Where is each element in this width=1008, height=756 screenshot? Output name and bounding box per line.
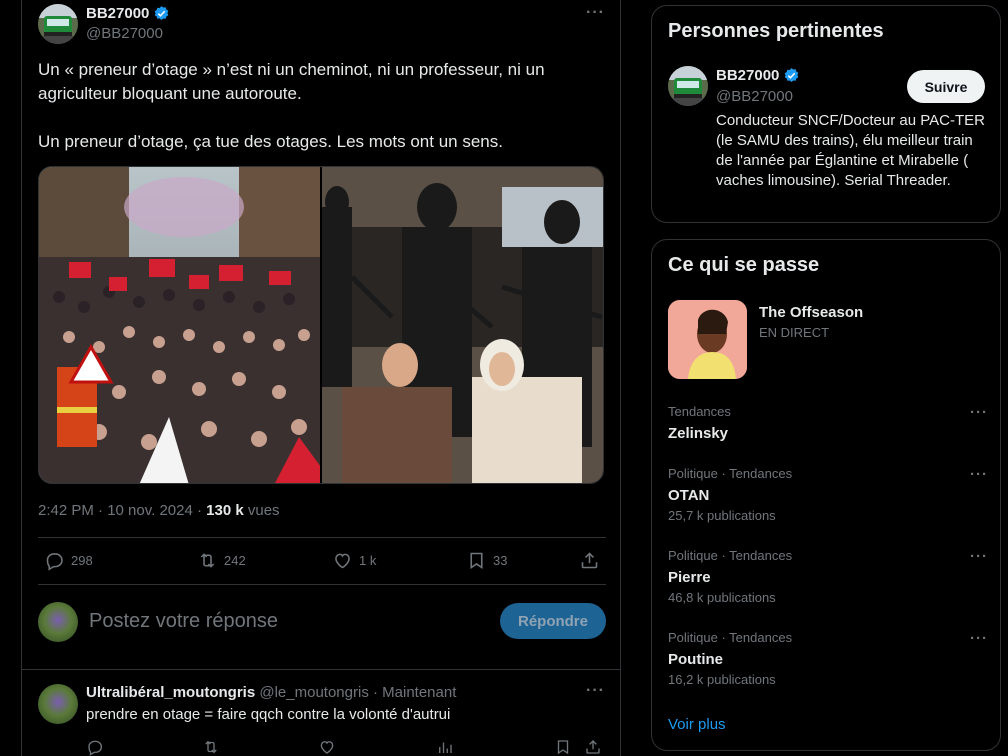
live-event-title: The Offseason [759,304,864,321]
protest-crowd-photo[interactable] [39,167,320,483]
trend-more-icon[interactable]: ··· [970,548,988,565]
repost-icon [200,553,215,568]
trend-item[interactable]: Politique · Tendances Poutine 16,2 k pub… [668,630,988,688]
views-label: vues [243,502,280,519]
relevant-person-avatar[interactable] [668,66,708,106]
reply-time: · Maintenant [368,684,457,701]
main-column: BB27000 @BB27000 ··· Un « preneur d’otag… [21,0,621,756]
heart-icon [335,553,350,569]
live-event-thumbnail [668,300,747,379]
follow-button[interactable]: Suivre [907,70,985,103]
hostage-photo-illustration [322,167,603,483]
relevant-person-name-row: BB27000 [716,67,800,84]
trend-category: Politique · Tendances [668,466,793,481]
trend-count: 16,2 k publications [668,672,776,687]
reply-author-handle: @le_moutongris [259,684,369,701]
whats-happening-card: Ce qui se passe The Offseason EN DIRECT … [651,239,1001,751]
trend-count: 25,7 k publications [668,508,776,523]
train-avatar-icon [38,4,78,44]
repost-count: 242 [224,553,246,568]
trend-more-icon[interactable]: ··· [970,630,988,647]
trend-name: Zelinsky [668,425,729,442]
show-more-link[interactable]: Voir plus [668,716,726,733]
reply-input[interactable]: Postez votre réponse [89,610,278,633]
tweet-actions: 298 242 1 k 33 [38,537,606,585]
reply-icon [46,553,63,571]
reply-bookmark-icon[interactable] [554,738,572,756]
live-event[interactable]: The Offseason EN DIRECT [668,300,988,380]
more-horizontal-icon[interactable]: ··· [586,4,605,22]
whats-happening-title: Ce qui se passe [668,254,820,276]
bookmark-button[interactable]: 33 [466,550,507,571]
reply-repost-icon[interactable] [202,738,220,756]
author-handle: @BB27000 [86,25,163,42]
trend-item[interactable]: Tendances Zelinsky ··· [668,404,988,444]
reply-submit-button[interactable]: Répondre [500,603,606,639]
tweet-text: Un « preneur d’otage » n’est ni un chemi… [38,58,598,178]
trend-name: OTAN [668,487,710,504]
author-name-row: BB27000 [86,5,170,22]
hostage-scene-photo[interactable] [322,167,603,483]
verified-badge-icon [785,68,799,82]
current-user-avatar[interactable] [38,602,78,642]
reply-header: Ultralibéral_moutongris @le_moutongris ·… [86,684,456,701]
trend-item[interactable]: Politique · Tendances OTAN 25,7 k public… [668,466,988,524]
repost-button[interactable]: 242 [197,550,246,571]
trend-item[interactable]: Politique · Tendances Pierre 46,8 k publ… [668,548,988,606]
author-name[interactable]: BB27000 [86,5,149,22]
reply-tweet[interactable]: Ultralibéral_moutongris @le_moutongris ·… [38,682,606,756]
reply-more-icon[interactable]: ··· [586,682,605,700]
live-thumbnail-illustration [668,300,747,379]
relevant-person-name[interactable]: BB27000 [716,67,779,84]
views-count: 130 k [206,502,244,519]
protest-photo-illustration [39,167,320,483]
reply-composer: Postez votre réponse Répondre [38,598,606,646]
reply-share-icon[interactable] [584,738,602,756]
relevant-people-card: Personnes pertinentes BB27000 @BB27000 S… [651,5,1001,223]
tweet-paragraph-2: Un preneur d’otage, ça tue des otages. L… [38,132,503,151]
divider [22,669,620,670]
live-badge: EN DIRECT [759,325,830,340]
reply-author-avatar[interactable] [38,684,78,724]
reply-views-icon[interactable] [436,738,454,756]
reply-button[interactable]: 298 [44,550,93,571]
bookmark-icon [470,552,483,569]
train-avatar-icon [668,66,708,106]
relevant-person-handle: @BB27000 [716,88,793,105]
trend-name: Pierre [668,569,711,586]
trend-name: Poutine [668,651,723,668]
reply-heart-icon[interactable] [318,738,336,756]
trend-category: Tendances [668,404,731,419]
trend-count: 46,8 k publications [668,590,776,605]
trend-more-icon[interactable]: ··· [970,466,988,483]
reply-count: 298 [71,553,93,568]
like-button[interactable]: 1 k [332,550,376,571]
tweet-header: BB27000 @BB27000 ··· [38,4,606,46]
share-icon [581,552,598,569]
relevant-people-title: Personnes pertinentes [668,20,884,42]
share-button[interactable] [579,550,600,571]
reply-author-name[interactable]: Ultralibéral_moutongris [86,684,255,701]
trend-category: Politique · Tendances [668,548,793,563]
reply-actions [86,738,606,756]
tweet-paragraph-1: Un « preneur d’otage » n’est ni un chemi… [38,60,545,103]
tweet-timestamp[interactable]: 2:42 PM · 10 nov. 2024 · [38,502,206,519]
reply-text: prendre en otage = faire qqch contre la … [86,706,451,723]
bookmark-count: 33 [493,553,508,568]
like-count: 1 k [359,553,377,568]
tweet-media[interactable] [38,166,604,484]
trend-category: Politique · Tendances [668,630,793,645]
tweet-meta: 2:42 PM · 10 nov. 2024 · 130 k vues [38,502,280,519]
author-avatar[interactable] [38,4,78,44]
verified-badge-icon [155,6,169,20]
reply-reply-icon[interactable] [86,738,104,756]
relevant-person-bio: Conducteur SNCF/Docteur au PAC-TER (le S… [716,112,985,189]
trend-more-icon[interactable]: ··· [970,404,988,421]
